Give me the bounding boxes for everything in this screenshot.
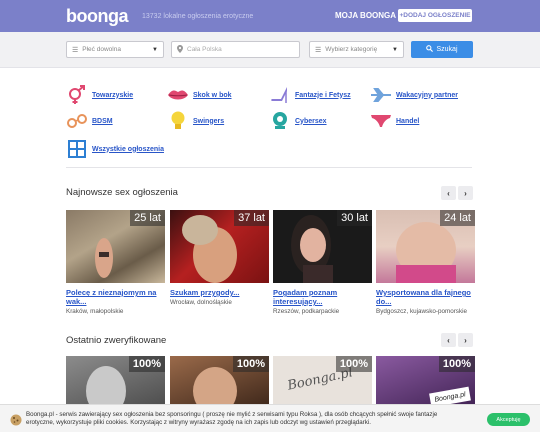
listing-title[interactable]: Szukam przygody... xyxy=(170,288,269,297)
listing-location: Kraków, małopolskie xyxy=(66,308,124,315)
verified-badge: 100% xyxy=(335,356,372,372)
chevron-down-icon: ▼ xyxy=(152,46,158,53)
chevron-down-icon: ▼ xyxy=(392,46,398,53)
listing-card[interactable]: 25 lat Polecę z nieznajomym na wak... Kr… xyxy=(66,210,165,316)
category-wakacyjny-partner[interactable]: Wakacyjny partner xyxy=(370,84,458,106)
cookie-bar: Boonga.pl - serwis zawierający sex ogłos… xyxy=(0,404,540,432)
logo[interactable]: boonga xyxy=(66,6,129,27)
list-icon: ☰ xyxy=(72,46,79,54)
lips-icon xyxy=(167,84,189,106)
age-badge: 25 lat xyxy=(130,210,165,226)
airplane-icon xyxy=(370,84,392,106)
gender-select-value: Płeć dowolna xyxy=(82,46,121,53)
age-badge: 30 lat xyxy=(337,210,372,226)
newest-next-button[interactable]: › xyxy=(458,186,473,200)
verified-prev-button[interactable]: ‹ xyxy=(441,333,456,347)
category-label: BDSM xyxy=(92,117,113,125)
category-towarzyskie[interactable]: Towarzyskie xyxy=(66,84,133,106)
age-badge: 37 lat xyxy=(234,210,269,226)
chevron-right-icon: › xyxy=(464,188,467,198)
category-label: Fantazje i Fetysz xyxy=(295,91,351,99)
account-link[interactable]: MOJA BOONGA xyxy=(335,11,396,20)
listing-title[interactable]: Pogadam poznam interesujący... xyxy=(273,288,372,306)
map-pin-icon xyxy=(177,44,183,55)
category-label: Handel xyxy=(396,117,420,125)
category-bdsm[interactable]: BDSM xyxy=(66,110,113,132)
listing-title[interactable]: Polecę z nieznajomym na wak... xyxy=(66,288,165,306)
age-badge: 24 lat xyxy=(440,210,475,226)
verified-card[interactable]: Boonga.pl 100% xyxy=(273,356,372,411)
verified-badge: 100% xyxy=(128,356,165,372)
tagline: 13732 lokalne ogłoszenia erotyczne xyxy=(142,12,254,20)
category-skok-w-bok[interactable]: Skok w bok xyxy=(167,84,232,106)
category-label: Cybersex xyxy=(295,117,327,125)
search-bar: ☰ Płeć dowolna ▼ Cała Polska ☰ Wybierz k… xyxy=(0,32,540,68)
category-label: Towarzyskie xyxy=(92,91,134,99)
category-handel[interactable]: Handel xyxy=(370,110,419,132)
newest-prev-button[interactable]: ‹ xyxy=(441,186,456,200)
listing-card[interactable]: 24 lat Wysportowana dla fajnego do... By… xyxy=(376,210,475,316)
handcuffs-icon xyxy=(66,110,88,132)
category-label: Skok w bok xyxy=(193,91,232,99)
chevron-left-icon: ‹ xyxy=(447,335,450,345)
category-fantazje[interactable]: Fantazje i Fetysz xyxy=(269,84,351,106)
search-icon xyxy=(426,45,434,54)
category-cybersex[interactable]: Cybersex xyxy=(269,110,327,132)
underwear-icon xyxy=(370,110,392,132)
location-input[interactable]: Cała Polska xyxy=(171,41,300,58)
cookie-icon xyxy=(10,413,22,431)
listing-photo[interactable]: 37 lat xyxy=(170,210,269,283)
section-title-newest: Najnowsze sex ogłoszenia xyxy=(66,187,178,198)
bulb-icon xyxy=(167,110,189,132)
divider xyxy=(66,167,472,168)
chevron-left-icon: ‹ xyxy=(447,188,450,198)
listing-card[interactable]: 30 lat Pogadam poznam interesujący... Rz… xyxy=(273,210,372,316)
section-title-verified: Ostatnio zweryfikowane xyxy=(66,335,167,346)
verified-card[interactable]: Boonga.pl 100% xyxy=(376,356,475,411)
listing-location: Bydgoszcz, kujawsko-pomorskie xyxy=(376,308,467,315)
gender-select[interactable]: ☰ Płeć dowolna ▼ xyxy=(66,41,164,58)
category-all[interactable]: Wszystkie ogłoszenia xyxy=(66,138,164,160)
grid-icon xyxy=(66,138,88,160)
verified-card[interactable]: 100% xyxy=(170,356,269,411)
verified-next-button[interactable]: › xyxy=(458,333,473,347)
listing-location: Wrocław, dolnośląskie xyxy=(170,299,232,306)
gender-symbols-icon xyxy=(66,84,88,106)
category-label: Swingers xyxy=(193,117,225,125)
high-heel-icon xyxy=(269,84,291,106)
list-icon: ☰ xyxy=(315,46,322,54)
verified-badge: 100% xyxy=(438,356,475,372)
listing-photo[interactable]: 25 lat xyxy=(66,210,165,283)
listing-photo[interactable]: 24 lat xyxy=(376,210,475,283)
add-ad-button[interactable]: +DODAJ OGŁOSZENIE xyxy=(398,9,472,22)
verified-card[interactable]: 100% xyxy=(66,356,165,411)
listing-location: Rzeszów, podkarpackie xyxy=(273,308,340,315)
cookie-text: Boonga.pl - serwis zawierający sex ogłos… xyxy=(26,411,438,426)
category-label: Wszystkie ogłoszenia xyxy=(92,145,164,153)
webcam-icon xyxy=(269,110,291,132)
listing-title[interactable]: Wysportowana dla fajnego do... xyxy=(376,288,475,306)
listing-photo[interactable]: 30 lat xyxy=(273,210,372,283)
top-header: boonga 13732 lokalne ogłoszenia erotyczn… xyxy=(0,0,540,32)
category-select[interactable]: ☰ Wybierz kategorię ▼ xyxy=(309,41,404,58)
chevron-right-icon: › xyxy=(464,335,467,345)
listing-card[interactable]: 37 lat Szukam przygody... Wrocław, dolno… xyxy=(170,210,269,307)
location-placeholder: Cała Polska xyxy=(187,46,222,53)
category-label: Wakacyjny partner xyxy=(396,91,458,99)
accept-cookies-button[interactable]: Akceptuję xyxy=(487,413,530,426)
category-select-value: Wybierz kategorię xyxy=(325,46,378,53)
search-button-label: Szukaj xyxy=(436,46,458,53)
search-button[interactable]: Szukaj xyxy=(411,41,473,58)
verified-badge: 100% xyxy=(232,356,269,372)
category-swingers[interactable]: Swingers xyxy=(167,110,224,132)
